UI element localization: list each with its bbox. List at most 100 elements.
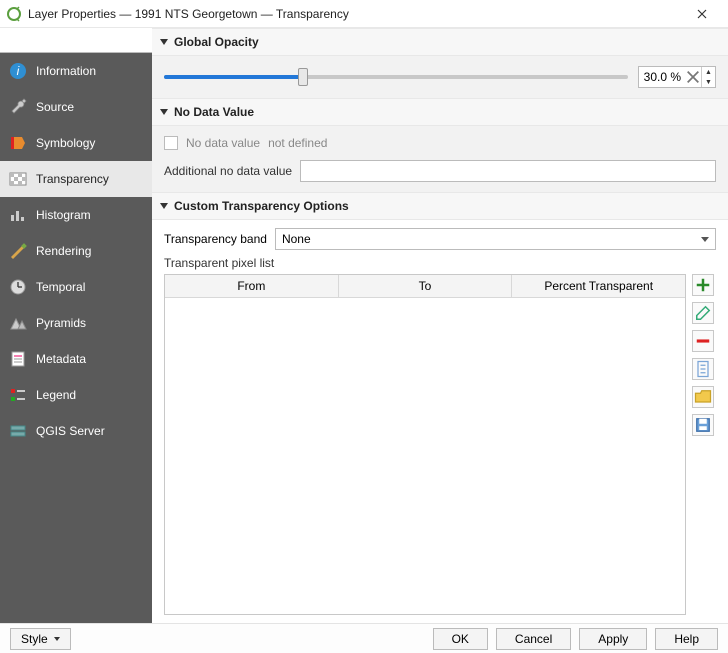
info-icon: i bbox=[8, 61, 28, 81]
clock-icon bbox=[8, 277, 28, 297]
minus-icon bbox=[693, 331, 713, 351]
import-button[interactable] bbox=[692, 386, 714, 408]
sidebar-item-temporal[interactable]: Temporal bbox=[0, 269, 152, 305]
sidebar-item-qgis-server[interactable]: QGIS Server bbox=[0, 413, 152, 449]
app-icon bbox=[6, 6, 22, 22]
content-panel: Global Opacity 30.0 % ▲▼ No Data Value bbox=[152, 28, 728, 623]
style-button[interactable]: Style bbox=[10, 628, 71, 650]
save-icon bbox=[693, 415, 713, 435]
wrench-icon bbox=[8, 97, 28, 117]
sidebar-item-label: Transparency bbox=[36, 172, 109, 186]
sidebar-item-label: Histogram bbox=[36, 208, 91, 222]
cancel-button[interactable]: Cancel bbox=[496, 628, 571, 650]
transparency-icon bbox=[8, 169, 28, 189]
transparent-pixel-table[interactable]: From To Percent Transparent bbox=[164, 274, 686, 615]
close-button[interactable] bbox=[682, 1, 722, 27]
nav-list: i Information Source Symbology Transpare… bbox=[0, 53, 152, 623]
export-button[interactable] bbox=[692, 414, 714, 436]
collapse-icon bbox=[160, 203, 168, 209]
server-icon bbox=[8, 421, 28, 441]
document-icon bbox=[693, 359, 713, 379]
section-body-global-opacity: 30.0 % ▲▼ bbox=[152, 56, 728, 98]
additional-no-data-input[interactable] bbox=[300, 160, 716, 182]
window-title: Layer Properties — 1991 NTS Georgetown —… bbox=[28, 7, 682, 21]
spin-down-icon[interactable]: ▼ bbox=[702, 77, 715, 87]
sidebar-item-label: Information bbox=[36, 64, 96, 78]
style-button-label: Style bbox=[21, 632, 48, 646]
sidebar-item-metadata[interactable]: Metadata bbox=[0, 341, 152, 377]
table-header: From To Percent Transparent bbox=[165, 275, 685, 298]
cancel-button-label: Cancel bbox=[515, 632, 552, 646]
folder-open-icon bbox=[693, 387, 713, 407]
footer: Style OK Cancel Apply Help bbox=[0, 623, 728, 653]
table-header-from: From bbox=[165, 275, 339, 297]
histogram-icon bbox=[8, 205, 28, 225]
clear-icon[interactable] bbox=[685, 69, 701, 85]
help-button-label: Help bbox=[674, 632, 699, 646]
table-body bbox=[165, 298, 685, 614]
sidebar-item-label: Legend bbox=[36, 388, 76, 402]
picker-icon bbox=[693, 303, 713, 323]
sidebar-item-information[interactable]: i Information bbox=[0, 53, 152, 89]
sidebar-item-symbology[interactable]: Symbology bbox=[0, 125, 152, 161]
chevron-down-icon bbox=[54, 637, 60, 641]
section-header-custom[interactable]: Custom Transparency Options bbox=[152, 192, 728, 220]
search-input[interactable] bbox=[8, 32, 167, 48]
table-tools bbox=[692, 274, 716, 615]
collapse-icon bbox=[160, 39, 168, 45]
section-title: Global Opacity bbox=[174, 35, 259, 49]
sidebar-item-pyramids[interactable]: Pyramids bbox=[0, 305, 152, 341]
sidebar-item-label: QGIS Server bbox=[36, 424, 105, 438]
table-header-percent: Percent Transparent bbox=[512, 275, 685, 297]
spin-arrows[interactable]: ▲▼ bbox=[701, 67, 715, 87]
spin-up-icon[interactable]: ▲ bbox=[702, 67, 715, 77]
titlebar: Layer Properties — 1991 NTS Georgetown —… bbox=[0, 0, 728, 28]
opacity-spinbox[interactable]: 30.0 % ▲▼ bbox=[638, 66, 716, 88]
slider-thumb[interactable] bbox=[298, 68, 308, 86]
section-body-custom: Transparency band None Transparent pixel… bbox=[152, 220, 728, 623]
help-button[interactable]: Help bbox=[655, 628, 718, 650]
sidebar-item-label: Temporal bbox=[36, 280, 85, 294]
sidebar-item-label: Symbology bbox=[36, 136, 95, 150]
search-box[interactable] bbox=[0, 28, 152, 53]
pyramids-icon bbox=[8, 313, 28, 333]
sidebar-item-histogram[interactable]: Histogram bbox=[0, 197, 152, 233]
plus-icon bbox=[693, 275, 713, 295]
transparency-band-value: None bbox=[282, 232, 311, 246]
sidebar-item-label: Pyramids bbox=[36, 316, 86, 330]
section-header-global-opacity[interactable]: Global Opacity bbox=[152, 28, 728, 56]
remove-row-button[interactable] bbox=[692, 330, 714, 352]
default-values-button[interactable] bbox=[692, 358, 714, 380]
collapse-icon bbox=[160, 109, 168, 115]
transparency-band-label: Transparency band bbox=[164, 232, 267, 246]
opacity-value: 30.0 % bbox=[639, 70, 685, 84]
add-row-button[interactable] bbox=[692, 274, 714, 296]
sidebar-item-transparency[interactable]: Transparency bbox=[0, 161, 152, 197]
transparent-pixel-list-label: Transparent pixel list bbox=[164, 256, 716, 270]
ok-button-label: OK bbox=[452, 632, 469, 646]
paint-icon bbox=[8, 133, 28, 153]
apply-button-label: Apply bbox=[598, 632, 628, 646]
apply-button[interactable]: Apply bbox=[579, 628, 647, 650]
ok-button[interactable]: OK bbox=[433, 628, 488, 650]
sidebar-item-legend[interactable]: Legend bbox=[0, 377, 152, 413]
brush-icon bbox=[8, 241, 28, 261]
sidebar-item-source[interactable]: Source bbox=[0, 89, 152, 125]
section-body-no-data: No data value not defined Additional no … bbox=[152, 126, 728, 192]
section-title: Custom Transparency Options bbox=[174, 199, 349, 213]
pick-from-screen-button[interactable] bbox=[692, 302, 714, 324]
section-title: No Data Value bbox=[174, 105, 254, 119]
no-data-status: not defined bbox=[268, 136, 327, 150]
legend-icon bbox=[8, 385, 28, 405]
no-data-checkbox-label: No data value bbox=[186, 136, 260, 150]
section-header-no-data[interactable]: No Data Value bbox=[152, 98, 728, 126]
opacity-slider[interactable] bbox=[164, 68, 628, 86]
sidebar-item-label: Source bbox=[36, 100, 74, 114]
no-data-checkbox[interactable] bbox=[164, 136, 178, 150]
sidebar-item-rendering[interactable]: Rendering bbox=[0, 233, 152, 269]
metadata-icon bbox=[8, 349, 28, 369]
transparency-band-combo[interactable]: None bbox=[275, 228, 716, 250]
close-icon bbox=[697, 9, 707, 19]
chevron-down-icon bbox=[701, 237, 709, 242]
svg-text:i: i bbox=[17, 64, 20, 78]
